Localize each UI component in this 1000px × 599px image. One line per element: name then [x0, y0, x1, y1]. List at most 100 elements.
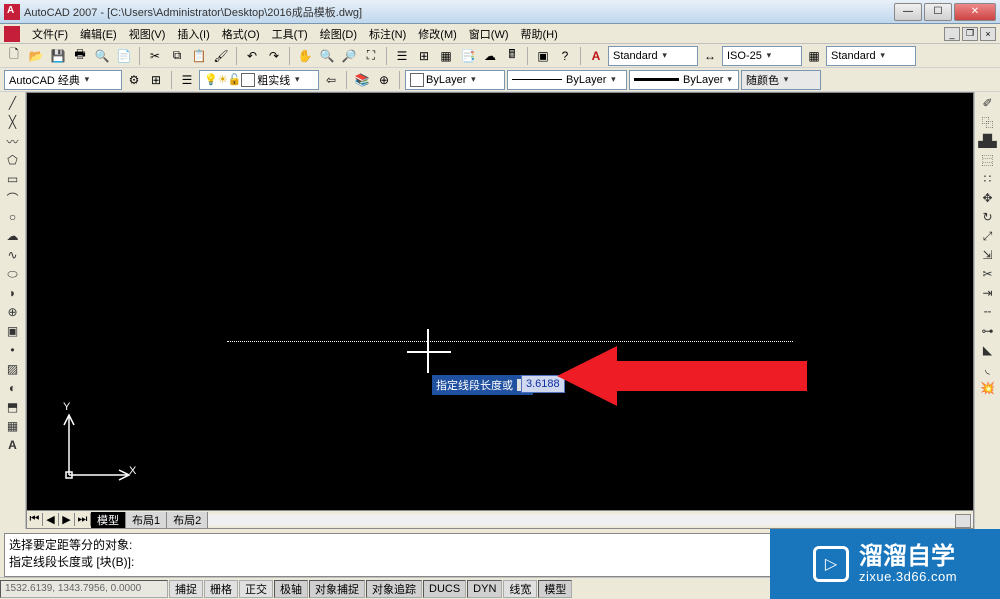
copy-icon[interactable]: ⧉: [167, 46, 187, 66]
status-polar[interactable]: 极轴: [274, 580, 308, 598]
status-lwt[interactable]: 线宽: [503, 580, 537, 598]
gradient-icon[interactable]: ◐: [3, 379, 23, 397]
color-dropdown[interactable]: ByLayer ▾: [405, 70, 505, 90]
open-icon[interactable]: 📂: [26, 46, 46, 66]
layer-state-icon[interactable]: ⊕: [374, 70, 394, 90]
status-dyn[interactable]: DYN: [467, 580, 502, 598]
preview-icon[interactable]: 🔍: [92, 46, 112, 66]
array-icon[interactable]: ∷: [978, 170, 998, 188]
offset-icon[interactable]: ⿳: [978, 151, 998, 169]
polygon-icon[interactable]: ⬠: [3, 151, 23, 169]
workspace-dropdown[interactable]: AutoCAD 经典 ▾: [4, 70, 122, 90]
text-style-dropdown[interactable]: Standard ▾: [608, 46, 698, 66]
line-icon[interactable]: ╱: [3, 94, 23, 112]
textstyle-icon[interactable]: A: [586, 46, 606, 66]
tab-layout1[interactable]: 布局1: [126, 512, 167, 528]
drawing-canvas[interactable]: 指定线段长度或 ▾ 3.6188 Y X: [27, 93, 973, 510]
linetype-dropdown[interactable]: ByLayer ▾: [507, 70, 627, 90]
menu-edit[interactable]: 编辑(E): [74, 24, 123, 44]
table-icon[interactable]: ▦: [3, 417, 23, 435]
makeblock-icon[interactable]: ▣: [3, 322, 23, 340]
close-button[interactable]: ✕: [954, 3, 996, 21]
menu-file[interactable]: 文件(F): [26, 24, 74, 44]
tab-next-icon[interactable]: ▶: [59, 513, 75, 526]
publish-icon[interactable]: 📄: [114, 46, 134, 66]
print-icon[interactable]: 🖶: [70, 46, 90, 66]
erase-icon[interactable]: ✐: [978, 94, 998, 112]
markup-icon[interactable]: ☁: [480, 46, 500, 66]
status-osnap[interactable]: 对象捕捉: [309, 580, 365, 598]
zoom-win-icon[interactable]: ⛶: [361, 46, 381, 66]
status-otrack[interactable]: 对象追踪: [366, 580, 422, 598]
menu-view[interactable]: 视图(V): [123, 24, 172, 44]
menu-modify[interactable]: 修改(M): [412, 24, 463, 44]
menu-draw[interactable]: 绘图(D): [314, 24, 363, 44]
stretch-icon[interactable]: ⇲: [978, 246, 998, 264]
hscrollbar[interactable]: [208, 514, 973, 526]
tab-layout2[interactable]: 布局2: [167, 512, 208, 528]
ws-save-icon[interactable]: ⊞: [146, 70, 166, 90]
break-icon[interactable]: ╌: [978, 303, 998, 321]
spline-icon[interactable]: ∿: [3, 246, 23, 264]
mdi-close[interactable]: ×: [980, 27, 996, 41]
move-icon[interactable]: ✥: [978, 189, 998, 207]
join-icon[interactable]: ⊶: [978, 322, 998, 340]
mdi-minimize[interactable]: _: [944, 27, 960, 41]
zoom-rt-icon[interactable]: 🔍: [317, 46, 337, 66]
plotstyle-dropdown[interactable]: 随颜色 ▾: [741, 70, 821, 90]
tablestyle-icon[interactable]: ▦: [804, 46, 824, 66]
tab-first-icon[interactable]: ⏮: [27, 513, 43, 526]
fillet-icon[interactable]: ◟: [978, 360, 998, 378]
rectangle-icon[interactable]: ▭: [3, 170, 23, 188]
ellipsearc-icon[interactable]: ◗: [3, 284, 23, 302]
revcloud-icon[interactable]: ☁: [3, 227, 23, 245]
block-icon[interactable]: ▣: [533, 46, 553, 66]
status-grid[interactable]: 栅格: [204, 580, 238, 598]
mtext-icon[interactable]: A: [3, 436, 23, 454]
new-icon[interactable]: 🗋: [4, 46, 24, 66]
mdi-restore[interactable]: ❐: [962, 27, 978, 41]
save-icon[interactable]: 💾: [48, 46, 68, 66]
mirror-icon[interactable]: ▟▙: [978, 132, 998, 150]
status-ortho[interactable]: 正交: [239, 580, 273, 598]
status-model[interactable]: 模型: [538, 580, 572, 598]
calc-icon[interactable]: 🖩: [502, 46, 522, 66]
properties-icon[interactable]: ☰: [392, 46, 412, 66]
help-icon[interactable]: ?: [555, 46, 575, 66]
minimize-button[interactable]: —: [894, 3, 922, 21]
tab-model[interactable]: 模型: [91, 512, 126, 528]
status-snap[interactable]: 捕捉: [169, 580, 203, 598]
redo-icon[interactable]: ↷: [264, 46, 284, 66]
tab-prev-icon[interactable]: ◀: [43, 513, 59, 526]
menu-tools[interactable]: 工具(T): [266, 24, 314, 44]
table-style-dropdown[interactable]: Standard ▾: [826, 46, 916, 66]
ws-settings-icon[interactable]: ⚙: [124, 70, 144, 90]
toolpalette-icon[interactable]: ▦: [436, 46, 456, 66]
layer-tools-icon[interactable]: 📚: [352, 70, 372, 90]
dcenter-icon[interactable]: ⊞: [414, 46, 434, 66]
layer-dropdown[interactable]: 💡 ☀ 🔓 粗实线 ▾: [199, 70, 319, 90]
lineweight-dropdown[interactable]: ByLayer ▾: [629, 70, 739, 90]
status-ducs[interactable]: DUCS: [423, 580, 466, 598]
menu-insert[interactable]: 插入(I): [171, 24, 215, 44]
hatch-icon[interactable]: ▨: [3, 360, 23, 378]
extend-icon[interactable]: ⇥: [978, 284, 998, 302]
menu-format[interactable]: 格式(O): [216, 24, 266, 44]
arc-icon[interactable]: ⌒: [3, 189, 23, 207]
undo-icon[interactable]: ↶: [242, 46, 262, 66]
dynamic-input[interactable]: 3.6188: [521, 375, 565, 393]
match-icon[interactable]: 🖌: [211, 46, 231, 66]
paste-icon[interactable]: 📋: [189, 46, 209, 66]
chamfer-icon[interactable]: ◣: [978, 341, 998, 359]
maximize-button[interactable]: ☐: [924, 3, 952, 21]
dim-style-dropdown[interactable]: ISO-25 ▾: [722, 46, 802, 66]
insert-icon[interactable]: ⊕: [3, 303, 23, 321]
pan-icon[interactable]: ✋: [295, 46, 315, 66]
dimstyle-icon[interactable]: ↔: [700, 46, 720, 66]
layer-manager-icon[interactable]: ☰: [177, 70, 197, 90]
coordinate-readout[interactable]: 1532.6139, 1343.7956, 0.0000: [0, 580, 168, 598]
region-icon[interactable]: ⬒: [3, 398, 23, 416]
polyline-icon[interactable]: 〰: [3, 132, 23, 150]
menu-help[interactable]: 帮助(H): [515, 24, 564, 44]
menu-dimension[interactable]: 标注(N): [363, 24, 412, 44]
